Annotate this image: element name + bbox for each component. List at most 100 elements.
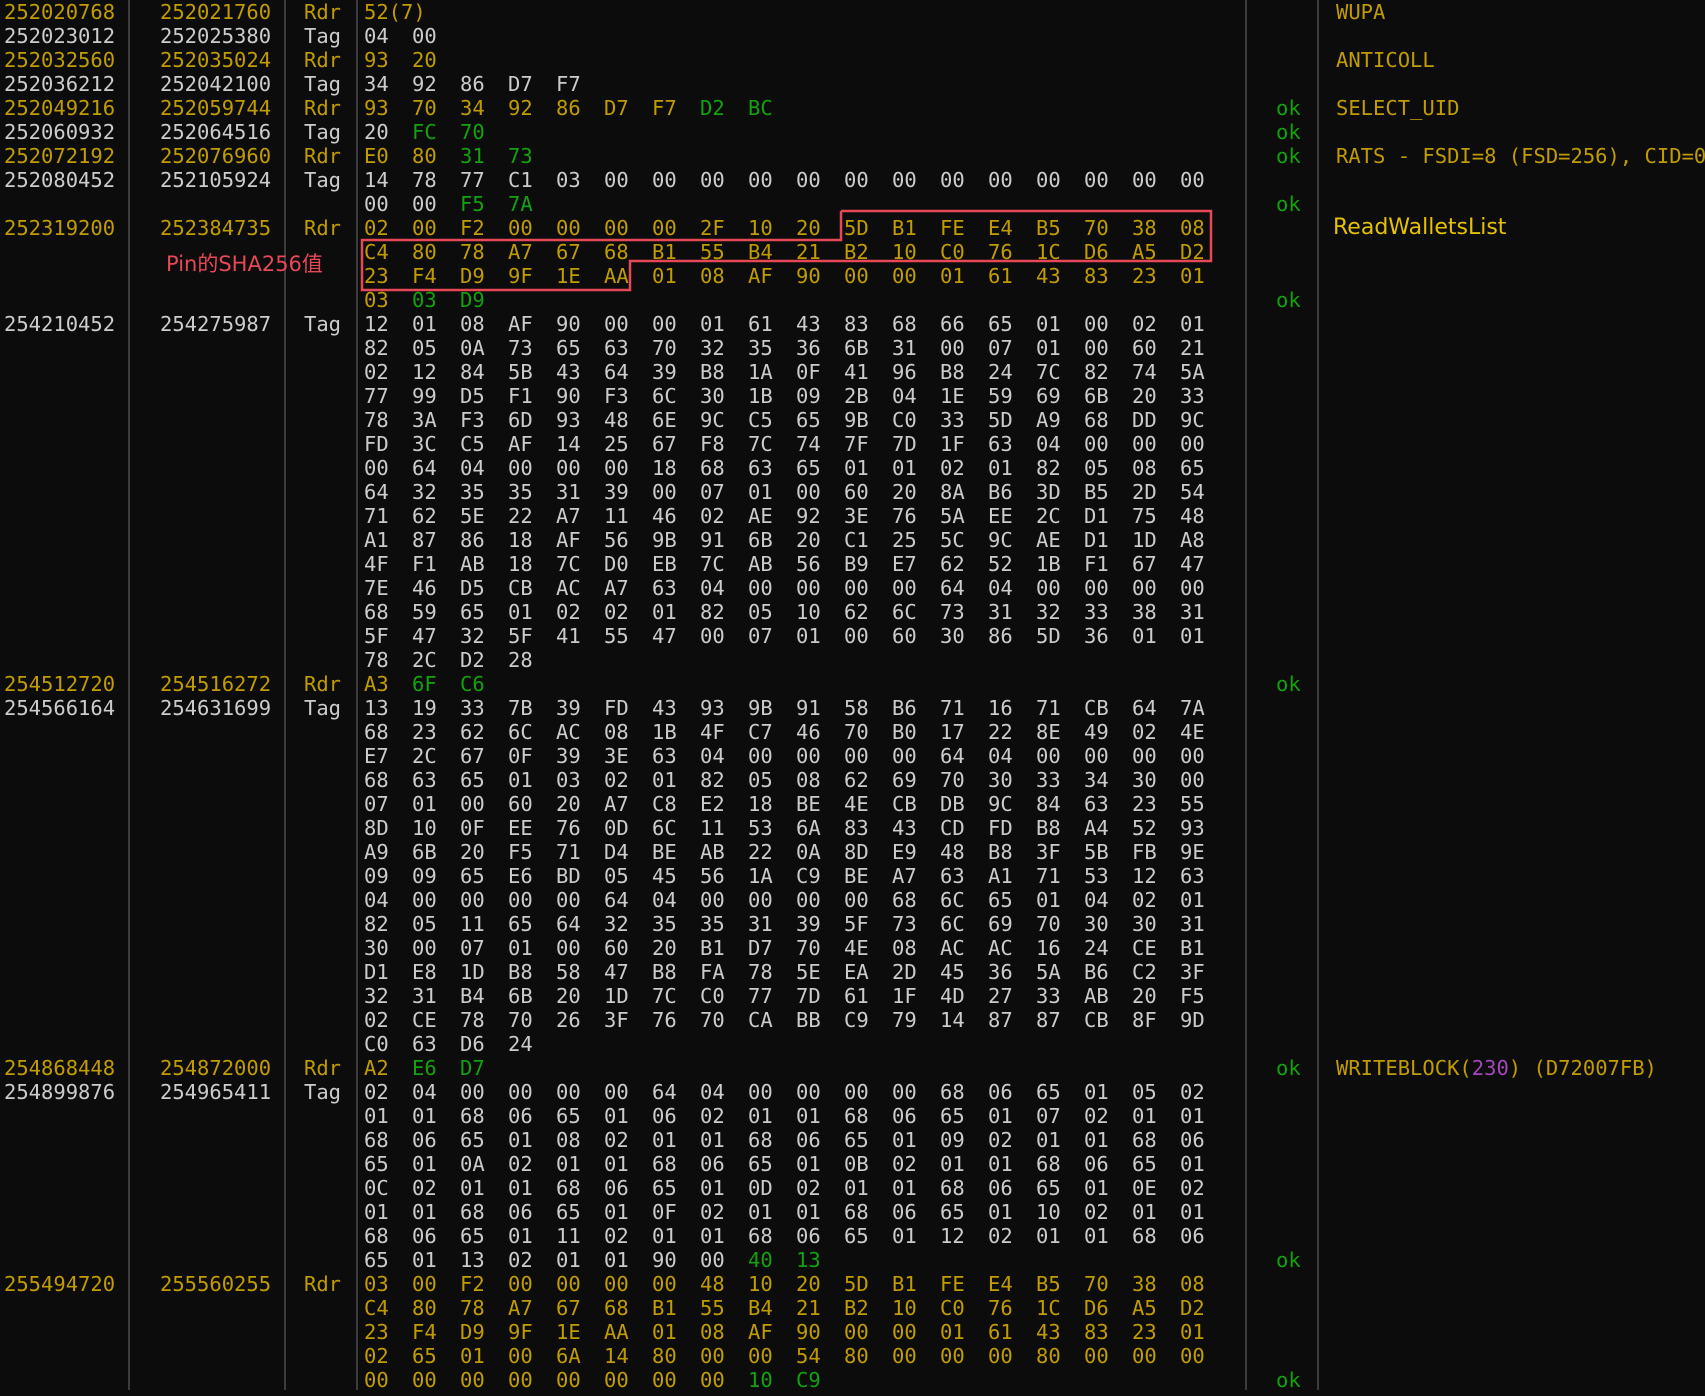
- data-byte: 01: [796, 1152, 821, 1176]
- data-byte: 00: [460, 888, 485, 912]
- trace-row: 71 62 5E 22 A7 11 46 02 AE 92 3E 76 5A EE 2C D1 75 48: [0, 504, 1705, 528]
- direction: Tag: [304, 120, 342, 144]
- data-byte: 80: [652, 1344, 677, 1368]
- data-byte: 9D: [1180, 1008, 1205, 1032]
- data-byte: C0: [940, 1296, 965, 1320]
- data-byte: 61: [844, 984, 869, 1008]
- data-byte: 13: [460, 1248, 485, 1272]
- data-byte: 7C: [652, 984, 677, 1008]
- data-byte: 00: [844, 744, 869, 768]
- data-byte: 0D: [604, 816, 629, 840]
- data-byte: 00: [364, 456, 389, 480]
- data-byte: 10: [892, 1296, 917, 1320]
- data-byte: 02: [508, 1248, 533, 1272]
- data-byte: 00: [1180, 768, 1205, 792]
- data-byte: 33: [940, 408, 965, 432]
- trace-row: 03 03 D9 ok: [0, 288, 1705, 312]
- data-byte: 5F: [364, 624, 389, 648]
- data-byte: 01: [1180, 264, 1205, 288]
- data-byte: 83: [1084, 264, 1109, 288]
- data-byte: 01: [556, 1152, 581, 1176]
- data-byte: 80: [1036, 1344, 1061, 1368]
- data-byte: 62: [460, 720, 485, 744]
- data-byte: 00: [460, 792, 485, 816]
- data-byte: 01: [1180, 1104, 1205, 1128]
- trace-row: 252080452 252105924 Tag 14 78 77 C1 03 00 00 00 00 0…: [0, 168, 1705, 192]
- data-byte: 68: [940, 1176, 965, 1200]
- data-byte: 0D: [748, 1176, 773, 1200]
- data-byte: BD: [556, 864, 581, 888]
- data-byte: D2: [1180, 1296, 1205, 1320]
- trace-row: 04 00 00 00 00 64 04 00 00 00 00 68 6C 65 01 04 02 01: [0, 888, 1705, 912]
- data-byte: D9: [460, 264, 485, 288]
- data-byte: 6C: [940, 912, 965, 936]
- data-byte: B8: [652, 960, 677, 984]
- data-byte: 05: [748, 768, 773, 792]
- data-byte: 24: [508, 1032, 533, 1056]
- data-byte: 43: [892, 816, 917, 840]
- data-byte: 01: [940, 1152, 965, 1176]
- data-byte: B5: [1084, 480, 1109, 504]
- data-byte: 02: [988, 1224, 1013, 1248]
- data-byte: B4: [460, 984, 485, 1008]
- data-byte: 01: [748, 480, 773, 504]
- data-byte: 32: [1036, 600, 1061, 624]
- data-byte: 02: [556, 600, 581, 624]
- data-byte: 26: [556, 1008, 581, 1032]
- start-timestamp: 254210452: [4, 312, 116, 336]
- data-byte: 03: [412, 288, 437, 312]
- data-byte: 00: [364, 1368, 389, 1392]
- data-byte: 05: [1084, 456, 1109, 480]
- trace-row: 254868448 254872000 Rdr A2 E6 D7 ok WRITEBLOCK(…: [0, 1056, 1705, 1080]
- data-byte: C5: [460, 432, 485, 456]
- data-byte: 18: [508, 552, 533, 576]
- data-byte: 9C: [700, 408, 725, 432]
- data-byte: 90: [556, 384, 581, 408]
- data-byte: A4: [1084, 816, 1109, 840]
- data-byte: 02: [604, 768, 629, 792]
- data-byte: 00: [700, 1248, 725, 1272]
- data-byte: 02: [796, 1176, 821, 1200]
- start-timestamp: 252072192: [4, 144, 116, 168]
- data-byte: 01: [652, 768, 677, 792]
- data-byte: 71: [1036, 864, 1061, 888]
- data-byte: EB: [652, 552, 677, 576]
- data-byte: 08: [556, 1128, 581, 1152]
- data-byte: 65: [412, 1344, 437, 1368]
- start-timestamp: 252319200: [4, 216, 116, 240]
- start-timestamp: 254566164: [4, 696, 116, 720]
- data-byte: 55: [604, 624, 629, 648]
- data-byte: 63: [604, 336, 629, 360]
- data-byte: 64: [1132, 696, 1157, 720]
- data-byte: 20: [796, 216, 821, 240]
- data-byte: 04: [700, 1080, 725, 1104]
- data-byte: 0F: [508, 744, 533, 768]
- data-byte: 7B: [508, 696, 533, 720]
- data-byte: 01: [748, 1104, 773, 1128]
- data-byte: 11: [700, 816, 725, 840]
- end-timestamp: 252384735: [160, 216, 272, 240]
- data-byte: 9B: [748, 696, 773, 720]
- data-byte: 01: [412, 1200, 437, 1224]
- data-byte: 63: [412, 768, 437, 792]
- data-byte: B5: [1036, 216, 1061, 240]
- data-byte: 41: [844, 360, 869, 384]
- data-byte: 75: [1132, 504, 1157, 528]
- data-byte: 70: [412, 96, 437, 120]
- data-byte: 01: [1036, 888, 1061, 912]
- data-byte: 65: [1180, 456, 1205, 480]
- data-byte: 11: [604, 504, 629, 528]
- trace-row: 252023012 252025380 Tag 04 00: [0, 24, 1705, 48]
- data-byte: 00: [652, 216, 677, 240]
- data-byte: 01: [796, 1200, 821, 1224]
- start-timestamp: 254512720: [4, 672, 116, 696]
- direction: Rdr: [304, 1272, 342, 1296]
- data-byte: 00: [1036, 168, 1061, 192]
- data-byte: 18: [652, 456, 677, 480]
- data-byte: 0F: [796, 360, 821, 384]
- data-byte: 27: [988, 984, 1013, 1008]
- data-byte: 01: [1036, 336, 1061, 360]
- data-byte: 68: [604, 240, 629, 264]
- data-byte: F5: [1180, 984, 1205, 1008]
- data-byte: 62: [412, 504, 437, 528]
